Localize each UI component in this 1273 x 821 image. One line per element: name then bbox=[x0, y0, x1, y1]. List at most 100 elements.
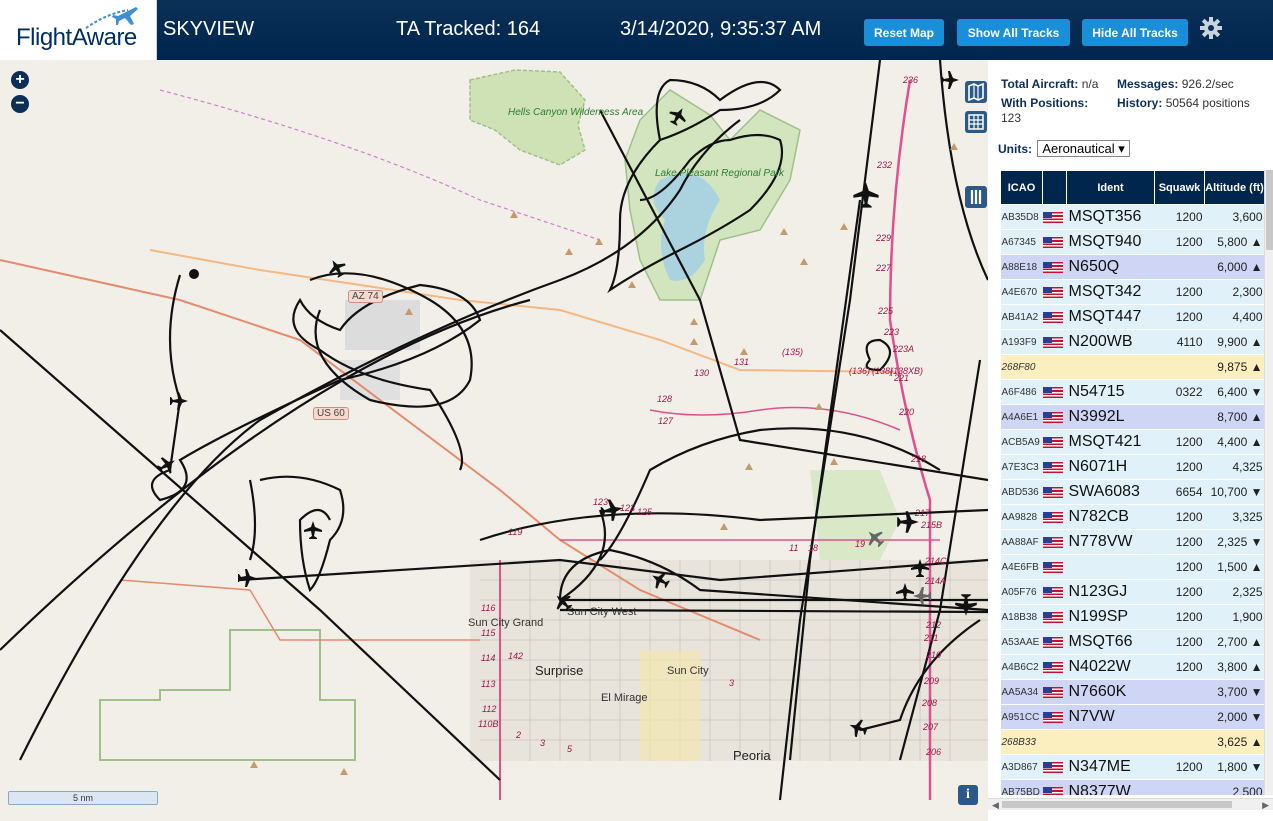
map-view[interactable]: Hells Canyon Wilderness Area Lake Pleasa… bbox=[0, 60, 988, 821]
col-flag[interactable] bbox=[1042, 170, 1067, 205]
col-altitude[interactable]: Altitude (ft) bbox=[1204, 170, 1264, 205]
mile-marker: 123 bbox=[620, 503, 636, 513]
selected-aircraft-marker[interactable] bbox=[189, 269, 199, 279]
aircraft-icon[interactable] bbox=[170, 392, 188, 410]
table-row[interactable]: A193F9 N200WB 4110 9,900 ▲ bbox=[1000, 329, 1264, 355]
table-row[interactable]: A951CC N7VW 2,000 ▼ bbox=[1000, 704, 1264, 730]
mile-marker: 142 bbox=[508, 651, 524, 661]
mile-marker: 113 bbox=[481, 679, 496, 689]
table-row[interactable]: AB41A2 MSQT447 1200 4,400 bbox=[1000, 304, 1264, 330]
columns-icon[interactable] bbox=[965, 186, 987, 208]
scroll-right-icon[interactable]: ▶ bbox=[1262, 800, 1269, 811]
ident-cell: SWA6083 bbox=[1066, 479, 1155, 505]
aircraft-icon[interactable] bbox=[155, 453, 180, 478]
aircraft-table[interactable]: ICAO Ident Squawk Altitude (ft) AB35D8 MS… bbox=[1000, 170, 1264, 795]
scroll-left-icon[interactable]: ◀ bbox=[992, 800, 999, 811]
squawk-cell bbox=[1154, 254, 1205, 280]
table-row[interactable]: A67345 MSQT940 1200 5,800 ▲ bbox=[1000, 229, 1264, 255]
table-row[interactable]: ABD536 SWA6083 6654 10,700 ▼ bbox=[1000, 479, 1264, 505]
grid-icon[interactable] bbox=[965, 111, 987, 133]
ident-cell: MSQT940 bbox=[1066, 229, 1155, 255]
squawk-cell bbox=[1154, 729, 1205, 755]
us60-shield: US 60 bbox=[313, 407, 349, 420]
table-row[interactable]: A4E670 MSQT342 1200 2,300 bbox=[1000, 279, 1264, 305]
table-scrollbar[interactable] bbox=[1264, 170, 1273, 795]
table-row[interactable]: ACB5A9 MSQT421 1200 4,400 ▲ bbox=[1000, 429, 1264, 455]
table-row[interactable]: A4A6E1 N3992L 8,700 ▲ bbox=[1000, 404, 1264, 430]
table-row[interactable]: A05F76 N123GJ 1200 2,325 bbox=[1000, 579, 1264, 605]
surprise-label: Surprise bbox=[535, 663, 584, 678]
table-row[interactable]: 268B33 3,625 ▲ bbox=[1000, 729, 1264, 755]
flag-cell bbox=[1042, 304, 1067, 330]
aircraft-icon[interactable] bbox=[304, 521, 322, 539]
mile-marker: 127 bbox=[658, 416, 674, 426]
squawk-cell: 1200 bbox=[1154, 754, 1205, 780]
col-icao[interactable]: ICAO bbox=[1000, 170, 1043, 205]
altitude-trend-icon: ▼ bbox=[1250, 485, 1263, 499]
horizontal-scrollbar[interactable]: ◀ ▶ bbox=[988, 798, 1273, 810]
mile-marker: 225 bbox=[878, 306, 894, 316]
scroll-thumb[interactable] bbox=[1266, 170, 1273, 250]
icao-cell: A18B38 bbox=[1000, 604, 1043, 630]
gear-icon[interactable] bbox=[1199, 16, 1223, 40]
table-row[interactable]: AB35D8 MSQT356 1200 3,600 bbox=[1000, 204, 1264, 230]
track bbox=[479, 508, 988, 542]
az74-shield: AZ 74 bbox=[348, 290, 383, 303]
altitude-cell: 9,900 ▲ bbox=[1204, 329, 1264, 355]
table-row[interactable]: A6F486 N54715 0322 6,400 ▼ bbox=[1000, 379, 1264, 405]
table-row[interactable]: AB75BD N8377W 2,500 bbox=[1000, 779, 1264, 795]
reset-map-button[interactable]: Reset Map bbox=[864, 19, 944, 46]
zoom-in-button[interactable]: + bbox=[11, 71, 29, 89]
horizontal-scroll-thumb[interactable] bbox=[1002, 801, 1232, 808]
hide-all-tracks-button[interactable]: Hide All Tracks bbox=[1082, 19, 1188, 46]
flag-cell bbox=[1042, 754, 1067, 780]
units-select[interactable]: Aeronautical ▾ bbox=[1037, 140, 1130, 157]
table-row[interactable]: 268F80 9,875 ▲ bbox=[1000, 354, 1264, 380]
aircraft-icon[interactable] bbox=[941, 71, 959, 89]
positions-stat: With Positions: 123 bbox=[1001, 96, 1113, 126]
table-row[interactable]: A4E6FB 1200 1,500 ▲ bbox=[1000, 554, 1264, 580]
squawk-cell: 1200 bbox=[1154, 579, 1205, 605]
us-flag-icon bbox=[1042, 387, 1063, 399]
col-ident[interactable]: Ident bbox=[1066, 170, 1155, 205]
table-row[interactable]: A3D867 N347ME 1200 1,800 ▼ bbox=[1000, 754, 1264, 780]
icao-cell: ABD536 bbox=[1000, 479, 1043, 505]
flag-cell bbox=[1042, 429, 1067, 455]
table-row[interactable]: A7E3C3 N6071H 1200 4,325 bbox=[1000, 454, 1264, 480]
table-row[interactable]: AA9828 N782CB 1200 3,325 bbox=[1000, 504, 1264, 530]
ident-cell: MSQT356 bbox=[1066, 204, 1155, 230]
mile-marker: 5 bbox=[567, 744, 573, 754]
col-squawk[interactable]: Squawk bbox=[1154, 170, 1205, 205]
mile-marker: 207 bbox=[923, 722, 939, 732]
table-row[interactable]: AA88AF N778VW 1200 2,325 ▼ bbox=[1000, 529, 1264, 555]
table-row[interactable]: AA5A34 N7660K 3,700 ▼ bbox=[1000, 679, 1264, 705]
altitude-cell: 3,600 bbox=[1204, 204, 1264, 230]
altitude-value: 5,800 bbox=[1217, 235, 1248, 249]
altitude-value: 4,400 bbox=[1232, 310, 1263, 324]
us-flag-icon bbox=[1042, 762, 1063, 774]
mile-marker: 210 bbox=[926, 650, 942, 660]
table-row[interactable]: A88E18 N650Q 6,000 ▲ bbox=[1000, 254, 1264, 280]
zoom-out-button[interactable]: − bbox=[11, 95, 29, 113]
flag-cell bbox=[1042, 729, 1067, 755]
aircraft-icon[interactable] bbox=[853, 182, 879, 208]
flightaware-logo[interactable]: FlightAware bbox=[0, 0, 157, 60]
table-row[interactable]: A18B38 N199SP 1200 1,900 bbox=[1000, 604, 1264, 630]
icao-cell: AB75BD bbox=[1000, 779, 1043, 795]
us-flag-icon bbox=[1042, 687, 1063, 699]
mile-marker: 2 bbox=[516, 730, 522, 740]
icao-cell: A951CC bbox=[1000, 704, 1043, 730]
aircraft-icon[interactable] bbox=[238, 569, 256, 587]
map-layers-icon[interactable] bbox=[965, 81, 987, 103]
squawk-cell: 1200 bbox=[1154, 604, 1205, 630]
table-row[interactable]: A4B6C2 N4022W 1200 3,800 ▲ bbox=[1000, 654, 1264, 680]
mile-marker: 112 bbox=[482, 704, 497, 714]
icao-cell: A4A6E1 bbox=[1000, 404, 1043, 430]
altitude-value: 1,800 bbox=[1217, 760, 1248, 774]
aircraft-icon[interactable] bbox=[325, 256, 350, 281]
table-row[interactable]: A53AAE MSQT66 1200 2,700 ▲ bbox=[1000, 629, 1264, 655]
icao-cell: A67345 bbox=[1000, 229, 1043, 255]
ident-cell: MSQT66 bbox=[1066, 629, 1155, 655]
show-all-tracks-button[interactable]: Show All Tracks bbox=[957, 19, 1070, 46]
info-button[interactable]: i bbox=[958, 785, 978, 805]
